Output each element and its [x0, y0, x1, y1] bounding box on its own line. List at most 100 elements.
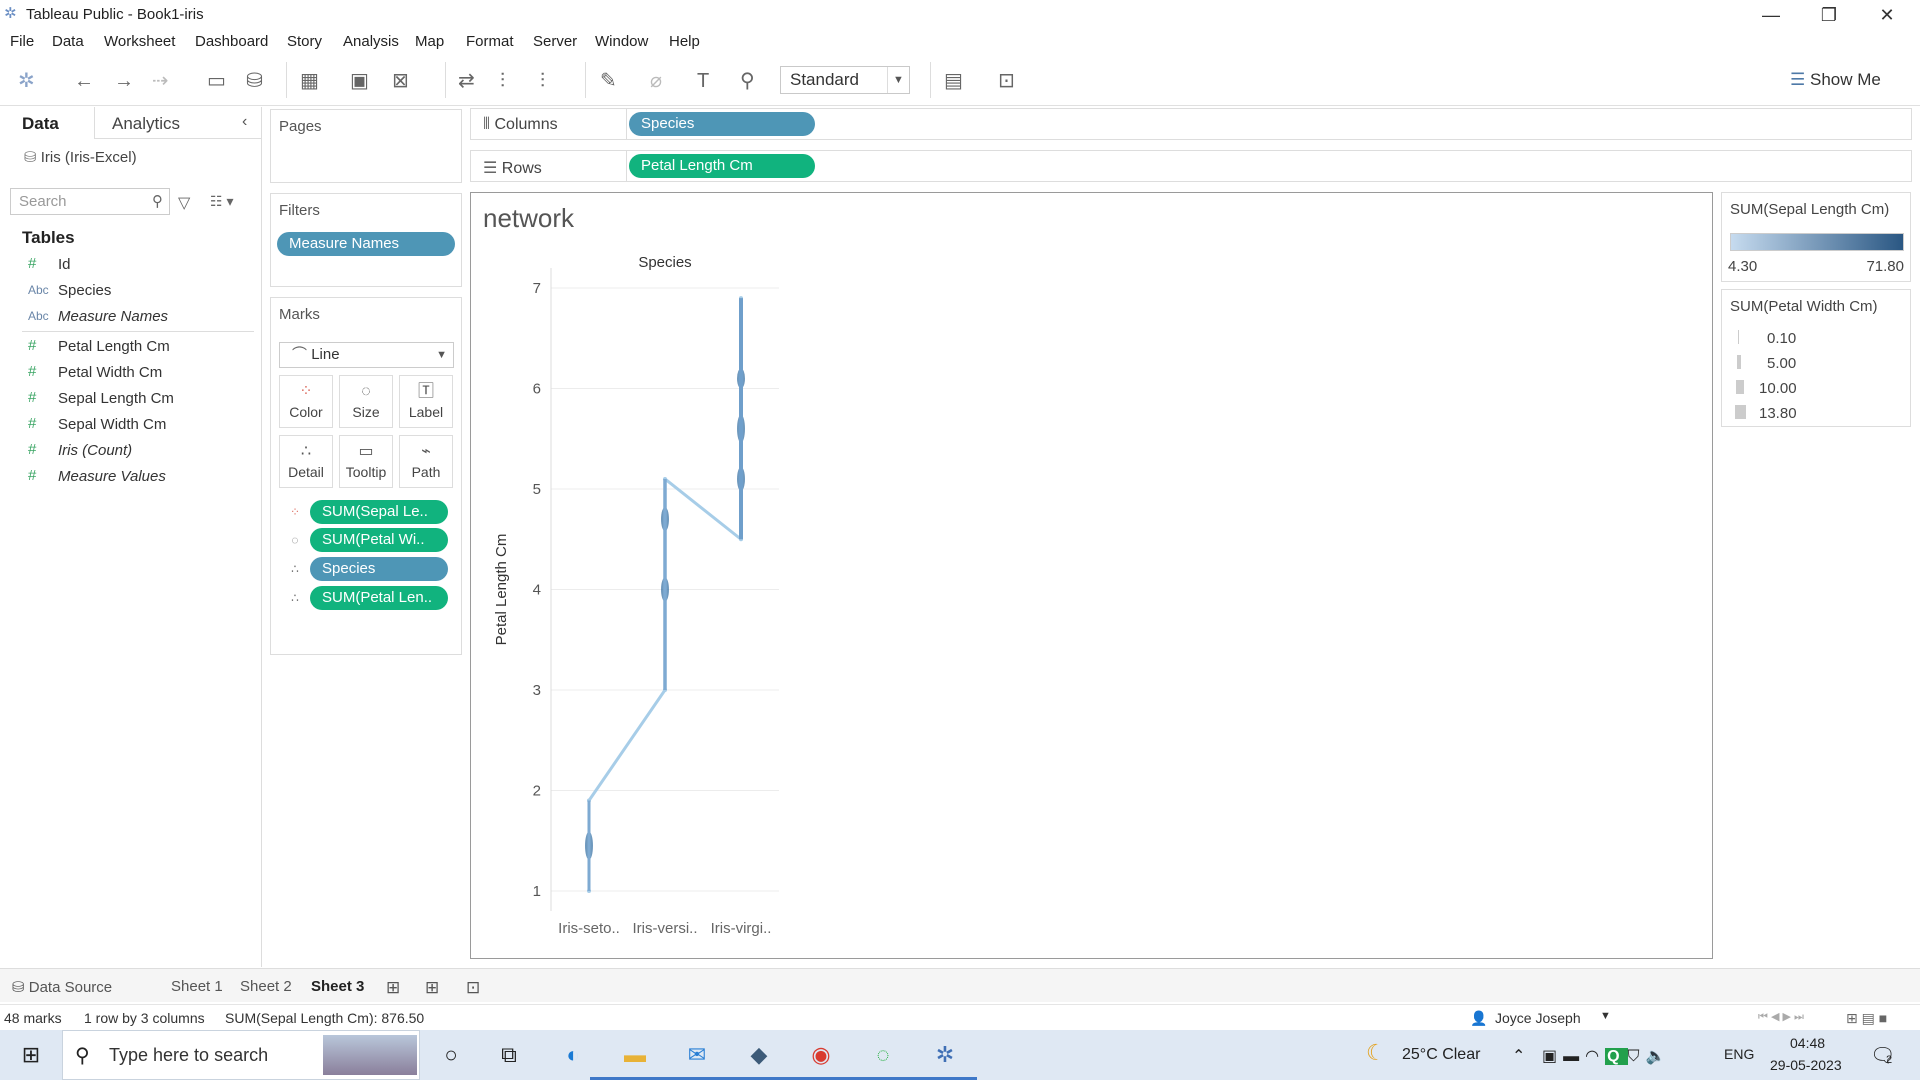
- show-sheet-sorter-icon[interactable]: ⊞ ▤ ■: [1846, 1010, 1887, 1027]
- field-sepal-length-cm[interactable]: # Sepal Length Cm: [0, 388, 262, 412]
- group-members-icon[interactable]: ⌀: [650, 68, 662, 94]
- tab-data-source[interactable]: ⛁ Data Source: [12, 978, 112, 996]
- task-view-icon[interactable]: ⧉: [492, 1040, 526, 1070]
- app-ring-icon[interactable]: ◌: [866, 1040, 900, 1070]
- field-sepal-width-cm[interactable]: # Sepal Width Cm: [0, 414, 262, 438]
- new-datasource-icon[interactable]: ⛁: [246, 68, 263, 94]
- menu-map[interactable]: Map: [415, 33, 444, 50]
- edge-icon[interactable]: ◐: [556, 1040, 590, 1070]
- duplicate-sheet-icon[interactable]: ▣: [350, 68, 369, 94]
- close-button[interactable]: ✕: [1858, 0, 1916, 30]
- language-indicator[interactable]: ENG: [1724, 1046, 1754, 1062]
- clear-sheet-icon[interactable]: ⊠: [392, 68, 409, 94]
- fix-axes-icon[interactable]: ⚲: [740, 68, 755, 94]
- new-story-tab-icon[interactable]: ⊡: [466, 978, 480, 998]
- filter-pill-measure-names[interactable]: Measure Names: [277, 232, 455, 256]
- weather-text[interactable]: 25°C Clear: [1402, 1046, 1480, 1064]
- menu-worksheet[interactable]: Worksheet: [104, 33, 175, 50]
- file-explorer-icon[interactable]: ▬: [618, 1040, 652, 1070]
- menu-server[interactable]: Server: [533, 33, 577, 50]
- windows-start-icon[interactable]: ⊞: [14, 1040, 48, 1070]
- tableau-home-icon[interactable]: ✲: [18, 68, 35, 94]
- save-icon[interactable]: ▭: [207, 68, 226, 94]
- collapse-pane-icon[interactable]: ‹: [242, 113, 247, 131]
- marks-pill-petal-length[interactable]: SUM(Petal Len..: [310, 586, 448, 610]
- sort-ascending-icon[interactable]: ⫶: [500, 68, 505, 94]
- new-dashboard-tab-icon[interactable]: ⊞: [425, 978, 439, 998]
- marks-pill-sepal-length[interactable]: SUM(Sepal Le..: [310, 500, 448, 524]
- new-worksheet-icon[interactable]: ▦: [300, 68, 319, 94]
- tooltip-button[interactable]: ▭ Tooltip: [339, 435, 393, 488]
- line-chart[interactable]: network Species 1 2 3 4 5 6 7 Iris-seto.. Iris-ver…: [471, 193, 1712, 958]
- path-button[interactable]: ⌁ Path: [399, 435, 453, 488]
- color-legend[interactable]: SUM(Sepal Length Cm) 4.30 71.80: [1721, 192, 1911, 282]
- swap-rows-columns-icon[interactable]: ⇄: [458, 68, 475, 94]
- clock-date[interactable]: 29-05-2023: [1770, 1057, 1842, 1073]
- rows-pill-petal-length[interactable]: Petal Length Cm: [629, 154, 815, 178]
- menu-analysis[interactable]: Analysis: [343, 33, 399, 50]
- size-legend[interactable]: SUM(Petal Width Cm) 0.10 5.00 10.00 13.8…: [1721, 289, 1911, 427]
- filter-icon[interactable]: ▽: [178, 193, 190, 213]
- size-button[interactable]: ◌ Size: [339, 375, 393, 428]
- menu-data[interactable]: Data: [52, 33, 84, 50]
- mail-icon[interactable]: ✉: [680, 1040, 714, 1070]
- presentation-mode-icon[interactable]: ⊡: [998, 68, 1015, 94]
- redo-icon[interactable]: →: [114, 68, 134, 94]
- marks-pill-petal-width[interactable]: SUM(Petal Wi..: [310, 528, 448, 552]
- marks-pill-species[interactable]: Species: [310, 557, 448, 581]
- show-mark-labels-icon[interactable]: T: [697, 68, 709, 94]
- color-button[interactable]: ⁘ Color: [279, 375, 333, 428]
- minimize-button[interactable]: —: [1742, 0, 1800, 30]
- show-cards-icon[interactable]: ▤: [944, 68, 963, 94]
- field-measure-values[interactable]: # Measure Values: [0, 466, 262, 490]
- search-input[interactable]: Search ⚲: [10, 188, 170, 215]
- chevron-down-icon[interactable]: ▼: [1600, 1010, 1611, 1022]
- tableau-taskbar-icon[interactable]: ✲: [928, 1040, 962, 1070]
- data-source[interactable]: ⛁ Iris (Iris-Excel): [24, 148, 137, 166]
- field-label: Measure Values: [58, 468, 166, 485]
- show-me-button[interactable]: ☰ Show Me: [1790, 70, 1881, 90]
- size-legend-title: SUM(Petal Width Cm): [1730, 298, 1878, 315]
- taskbar-search-input[interactable]: ⚲ Type here to search: [62, 1030, 420, 1080]
- tab-sheet-1[interactable]: Sheet 1: [171, 978, 223, 995]
- detail-button[interactable]: ∴ Detail: [279, 435, 333, 488]
- mark-type-dropdown[interactable]: ⌒ Line ▼: [279, 342, 454, 368]
- virtualbox-icon[interactable]: ◆: [742, 1040, 776, 1070]
- highlight-icon[interactable]: ✎: [600, 68, 617, 94]
- menu-format[interactable]: Format: [466, 33, 514, 50]
- columns-pill-species[interactable]: Species: [629, 112, 815, 136]
- menu-dashboard[interactable]: Dashboard: [195, 33, 268, 50]
- replay-icon[interactable]: ⇢: [152, 68, 169, 94]
- tab-data[interactable]: Data: [22, 114, 59, 134]
- field-measure-names[interactable]: Abc Measure Names: [0, 306, 262, 330]
- cortana-icon[interactable]: ○: [434, 1040, 468, 1070]
- tab-sheet-3[interactable]: Sheet 3: [311, 978, 364, 995]
- restore-button[interactable]: ❐: [1800, 0, 1858, 30]
- undo-icon[interactable]: ←: [74, 68, 94, 94]
- label-label: Label: [408, 404, 444, 420]
- label-button[interactable]: 🅃 Label: [399, 375, 453, 428]
- field-petal-width-cm[interactable]: # Petal Width Cm: [0, 362, 262, 386]
- fit-dropdown[interactable]: Standard ▼: [780, 66, 910, 94]
- view-options-icon[interactable]: ☷ ▾: [210, 193, 233, 210]
- field-id[interactable]: # Id: [0, 254, 262, 278]
- menu-help[interactable]: Help: [669, 33, 700, 50]
- clock-time[interactable]: 04:48: [1790, 1035, 1825, 1051]
- sort-descending-icon[interactable]: ⫶: [540, 68, 545, 94]
- user-name[interactable]: Joyce Joseph: [1495, 1010, 1581, 1026]
- field-species[interactable]: Abc Species: [0, 280, 262, 304]
- menu-story[interactable]: Story: [287, 33, 322, 50]
- field-petal-length-cm[interactable]: # Petal Length Cm: [0, 336, 262, 360]
- tab-analytics[interactable]: Analytics: [112, 114, 180, 134]
- sheet-navigation-icon[interactable]: ⏮ ◀ ▶ ⏭: [1758, 1010, 1804, 1024]
- new-worksheet-tab-icon[interactable]: ⊞: [386, 978, 400, 998]
- chrome-icon[interactable]: ◉: [804, 1040, 838, 1070]
- field-iris-count[interactable]: # Iris (Count): [0, 440, 262, 464]
- menu-file[interactable]: File: [10, 33, 34, 50]
- pages-shelf[interactable]: Pages: [270, 109, 462, 183]
- tab-sheet-2[interactable]: Sheet 2: [240, 978, 292, 995]
- worksheet-view[interactable]: network Species 1 2 3 4 5 6 7 Iris-seto.. Iris-ver…: [470, 192, 1713, 959]
- tray-icons[interactable]: ▣▬◠ Q ⛉🔈: [1542, 1046, 1671, 1066]
- menu-window[interactable]: Window: [595, 33, 648, 50]
- tray-overflow-icon[interactable]: ⌃: [1512, 1046, 1525, 1066]
